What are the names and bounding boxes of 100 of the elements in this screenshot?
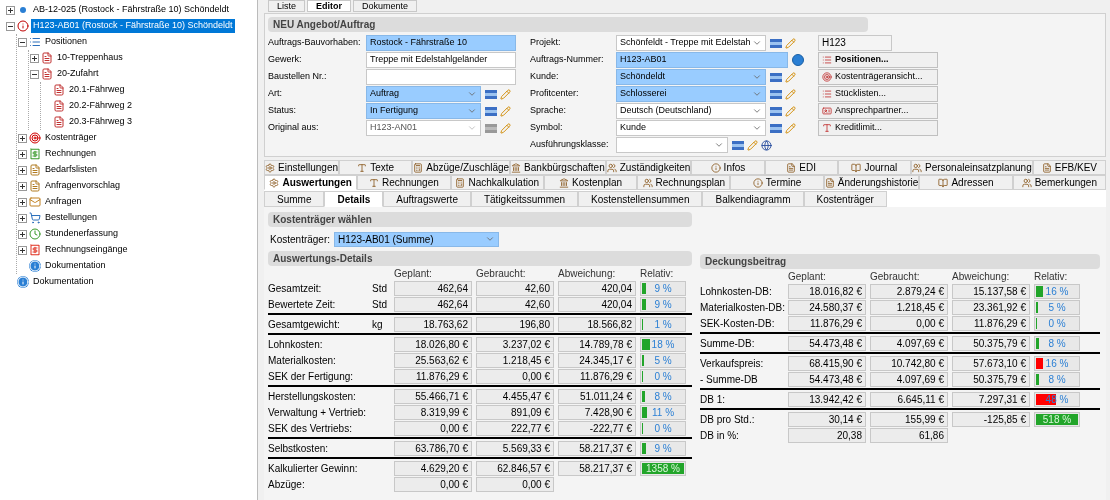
tab[interactable]: Texte — [339, 160, 413, 175]
tab[interactable]: Auswertungen — [264, 175, 358, 190]
expand-icon[interactable] — [18, 149, 27, 159]
tab[interactable]: Einstellungen — [264, 160, 340, 175]
tab[interactable]: Editor — [307, 0, 351, 12]
expand-icon[interactable] — [6, 5, 15, 15]
tree-item[interactable]: Stundenerfassung — [43, 227, 121, 241]
value-cell: 14.789,78 € — [558, 336, 636, 352]
tab[interactable]: Tätigkeitssummen — [470, 191, 579, 207]
tab[interactable]: Adressen — [919, 175, 1013, 190]
tab-icon — [1021, 177, 1032, 188]
tab[interactable]: Rechnungen — [357, 175, 451, 190]
tree-item[interactable]: Anfragenvorschlag — [43, 179, 123, 193]
value-cell: 0,00 € — [394, 420, 472, 436]
tree-item[interactable]: 20-Zufahrt — [55, 67, 101, 81]
expand-icon[interactable] — [30, 53, 39, 63]
dropdown[interactable]: Deutsch (Deutschland) — [616, 103, 766, 119]
list-icon[interactable] — [770, 72, 782, 82]
tree-item[interactable]: Positionen — [43, 35, 90, 49]
collapse-icon[interactable] — [18, 37, 27, 47]
tree-item[interactable]: H123-AB01 (Rostock - Fährstraße 10) Schöndeldt — [31, 19, 235, 33]
tab[interactable]: Kostenstellensummen — [578, 191, 703, 207]
dropdown[interactable]: Schlosserei — [616, 86, 766, 102]
tree-item[interactable]: Bestellungen — [43, 211, 100, 225]
dropdown[interactable]: Auftrag — [366, 86, 481, 102]
collapse-icon[interactable] — [6, 21, 15, 31]
list-icon[interactable] — [485, 123, 497, 133]
tab[interactable]: Liste — [268, 0, 305, 12]
column-header: Abweichung: — [952, 271, 1011, 283]
tree-item[interactable]: Dokumentation — [31, 275, 96, 289]
action-button[interactable]: Ansprechpartner... — [818, 103, 938, 119]
button-icon — [822, 55, 832, 65]
input-field[interactable]: H123 — [818, 35, 892, 51]
tree-item[interactable]: Rechnungseingänge — [43, 243, 130, 257]
expand-icon[interactable] — [18, 213, 27, 223]
tree-item[interactable]: AB-12-025 (Rostock - Fährstraße 10) Schöndeldt — [31, 3, 232, 17]
tab[interactable]: Rechnungsplan — [637, 175, 731, 190]
tab[interactable]: EDI — [764, 160, 838, 175]
tab[interactable]: Kostenträger — [803, 191, 887, 207]
percent-text: 8 % — [1047, 372, 1067, 386]
tab[interactable]: Änderungshistorie — [823, 175, 920, 190]
tab[interactable]: Journal — [837, 160, 911, 175]
value-cell: 20,38 — [788, 427, 866, 443]
list-icon[interactable] — [485, 89, 497, 99]
expand-icon[interactable] — [18, 133, 27, 143]
collapse-icon[interactable] — [30, 69, 39, 79]
tree-item[interactable]: 10-Treppenhaus — [55, 51, 125, 65]
unit-text: Std — [372, 297, 388, 312]
list-icon[interactable] — [732, 140, 744, 150]
button-icon — [822, 89, 832, 99]
action-button[interactable]: Positionen... — [818, 52, 938, 68]
tree-item[interactable]: Anfragen — [43, 195, 84, 209]
tab[interactable]: Dokumente — [353, 0, 418, 12]
input-field[interactable]: Rostock - Fährstraße 10 — [366, 35, 516, 51]
value-cell: 0,00 € — [476, 476, 554, 492]
dropdown[interactable]: Schönfeldt - Treppe mit Edelstah — [616, 35, 766, 51]
globe-icon[interactable] — [761, 139, 772, 151]
tree-item[interactable]: Bedarfslisten — [43, 163, 100, 177]
action-button[interactable]: Stücklisten... — [818, 86, 938, 102]
tab[interactable]: Infos — [691, 160, 765, 175]
section-header: Auswertungs-Details — [268, 251, 692, 266]
expand-icon[interactable] — [18, 197, 27, 207]
tab[interactable]: Balkendiagramm — [702, 191, 804, 207]
tab[interactable]: Bankbürgschaften — [510, 160, 606, 175]
expand-icon[interactable] — [18, 229, 27, 239]
tab[interactable]: Abzüge/Zuschläge — [412, 160, 511, 175]
action-button[interactable]: Kostenträgeransicht... — [818, 69, 938, 85]
tab[interactable]: Personaleinsatzplanung — [911, 160, 1033, 175]
tree-item[interactable]: Kostenträger — [43, 131, 99, 145]
tree-item[interactable]: 20.2-Fährweg 2 — [67, 99, 135, 113]
tab[interactable]: Kostenplan — [543, 175, 638, 190]
dropdown[interactable]: H123-AB01 (Summe) — [334, 231, 500, 247]
tab[interactable]: Zuständigkeiten — [605, 160, 692, 175]
expand-icon[interactable] — [18, 245, 27, 255]
expand-icon[interactable] — [18, 165, 27, 175]
dropdown[interactable]: Kunde — [616, 120, 766, 136]
action-button[interactable]: Kreditlimit... — [818, 120, 938, 136]
input-field[interactable] — [366, 69, 516, 85]
tree-item[interactable]: Dokumentation — [43, 259, 108, 273]
list-icon[interactable] — [770, 106, 782, 116]
list-icon[interactable] — [770, 89, 782, 99]
list-icon[interactable] — [770, 123, 782, 133]
tab[interactable]: Termine — [730, 175, 824, 190]
list-icon[interactable] — [485, 106, 497, 116]
input-field[interactable]: Treppe mit Edelstahlgeländer — [366, 52, 516, 68]
tab[interactable]: Summe — [264, 191, 325, 207]
tree-item[interactable]: 20.3-Fährweg 3 — [67, 115, 135, 129]
tab[interactable]: EFB/KEV — [1032, 160, 1106, 175]
input-field[interactable]: H123-AB01 — [616, 52, 788, 68]
dropdown[interactable]: In Fertigung — [366, 103, 481, 119]
tree-item[interactable]: 20.1-Fährweg — [67, 83, 127, 97]
value-cell: 24.580,37 € — [788, 299, 866, 315]
tab[interactable]: Nachkalkulation — [450, 175, 544, 190]
dropdown[interactable]: Schöndeldt — [616, 69, 766, 85]
expand-icon[interactable] — [18, 181, 27, 191]
tab[interactable]: Details — [324, 191, 384, 207]
list-icon[interactable] — [770, 38, 782, 48]
tab[interactable]: Bemerkungen — [1012, 175, 1106, 190]
tree-item[interactable]: Rechnungen — [43, 147, 99, 161]
tab[interactable]: Auftragswerte — [383, 191, 471, 207]
